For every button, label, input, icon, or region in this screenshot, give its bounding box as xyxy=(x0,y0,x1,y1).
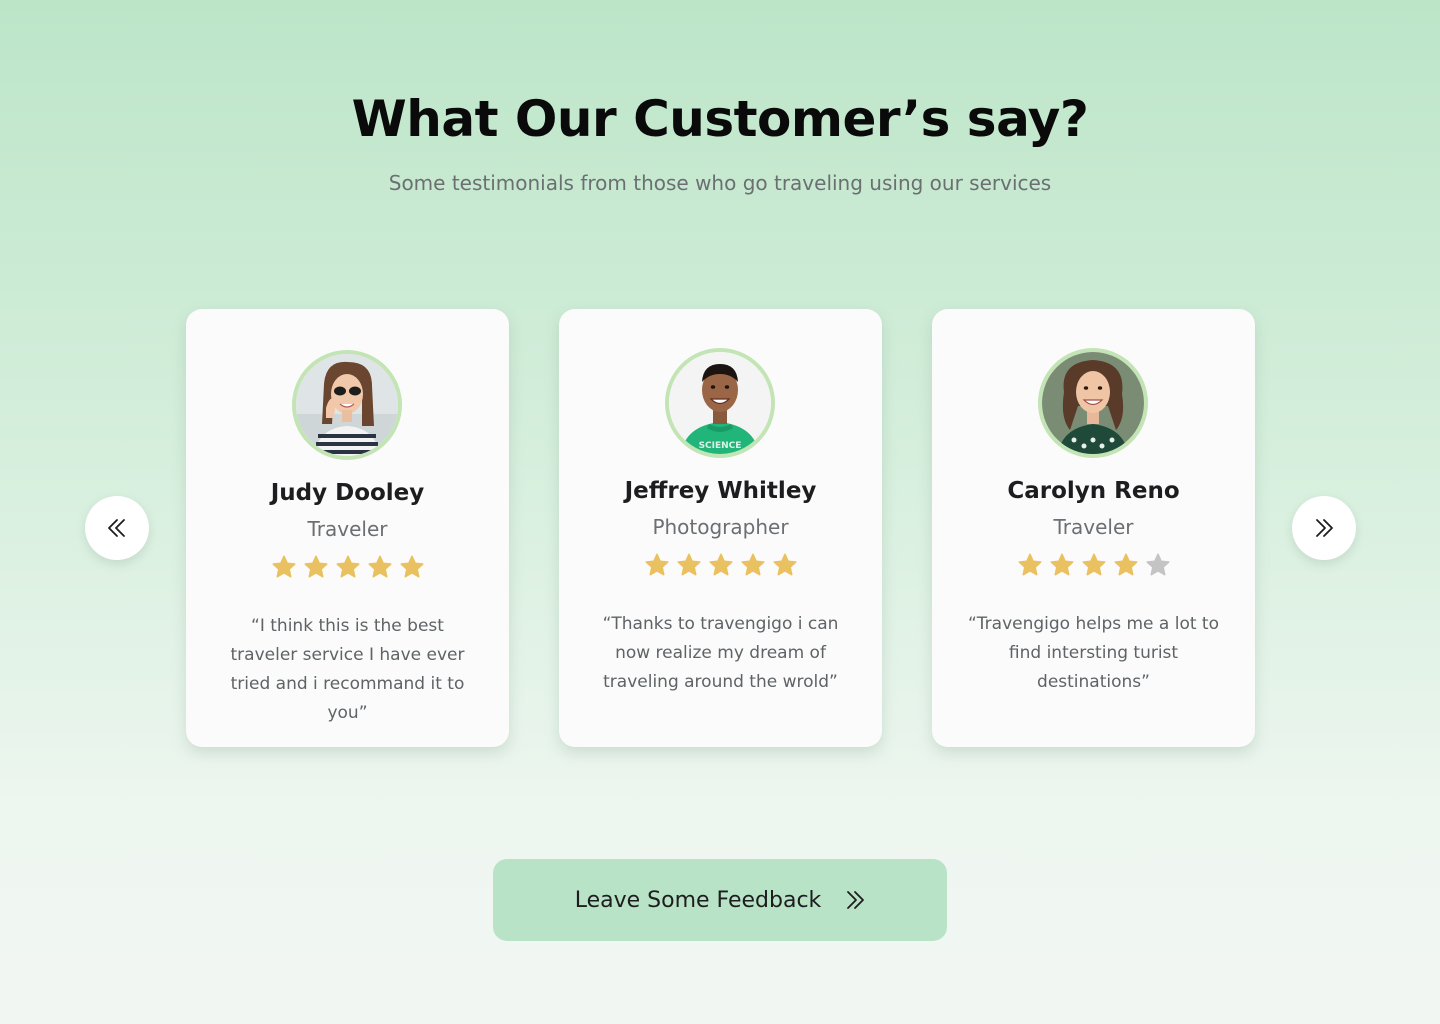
section-title: What Our Customer’s say? xyxy=(351,90,1089,148)
double-chevron-left-icon xyxy=(108,519,125,537)
star-filled-icon xyxy=(367,555,392,578)
star-filled-icon xyxy=(1113,553,1138,576)
star-filled-icon xyxy=(271,555,296,578)
avatar xyxy=(292,350,402,460)
star-rating xyxy=(559,552,882,578)
star-filled-icon xyxy=(335,555,360,578)
star-filled-icon xyxy=(772,553,797,576)
star-filled-icon xyxy=(399,555,424,578)
avatar-photo-jeffrey: SCIENCE xyxy=(669,352,771,454)
customer-role: Traveler xyxy=(1053,515,1134,539)
next-button[interactable] xyxy=(1292,496,1356,560)
star-filled-icon xyxy=(676,553,701,576)
star-filled-icon xyxy=(1081,553,1106,576)
double-chevron-right-icon xyxy=(1316,519,1333,537)
leave-feedback-button[interactable]: Leave Some Feedback xyxy=(493,859,947,941)
avatar-photo-judy xyxy=(296,354,398,456)
customer-name: Judy Dooley xyxy=(270,480,425,506)
star-empty-icon xyxy=(1145,553,1170,576)
customer-name: Carolyn Reno xyxy=(1007,478,1180,504)
star-filled-icon xyxy=(1017,553,1042,576)
avatar: SCIENCE xyxy=(665,348,775,458)
testimonial-quote: “Thanks to travengigo i can now realize … xyxy=(602,614,839,692)
testimonial-card: Judy Dooley Traveler “I think this is th… xyxy=(186,309,509,747)
star-filled-icon xyxy=(303,555,328,578)
star-filled-icon xyxy=(740,553,765,576)
testimonial-quote: “Travengigo helps me a lot to find inter… xyxy=(967,614,1219,692)
avatar-photo-carolyn xyxy=(1042,352,1144,454)
star-filled-icon xyxy=(1049,553,1074,576)
customer-role: Photographer xyxy=(652,515,789,539)
avatar xyxy=(1038,348,1148,458)
prev-button[interactable] xyxy=(85,496,149,560)
testimonial-card: Carolyn Reno Traveler “Travengigo helps … xyxy=(932,309,1255,747)
testimonial-quote: “I think this is the best traveler servi… xyxy=(230,616,465,723)
section-subtitle: Some testimonials from those who go trav… xyxy=(388,171,1052,195)
double-chevron-right-icon xyxy=(847,891,865,909)
testimonial-card: SCIENCE Jeffrey Whitley Photographer “Th… xyxy=(559,309,882,747)
leave-feedback-label: Leave Some Feedback xyxy=(574,887,822,913)
star-filled-icon xyxy=(708,553,733,576)
customer-name: Jeffrey Whitley xyxy=(624,478,817,504)
customer-role: Traveler xyxy=(307,517,388,541)
star-rating xyxy=(186,554,509,580)
star-filled-icon xyxy=(644,553,669,576)
svg-text:SCIENCE: SCIENCE xyxy=(699,441,742,451)
star-rating xyxy=(932,552,1255,578)
